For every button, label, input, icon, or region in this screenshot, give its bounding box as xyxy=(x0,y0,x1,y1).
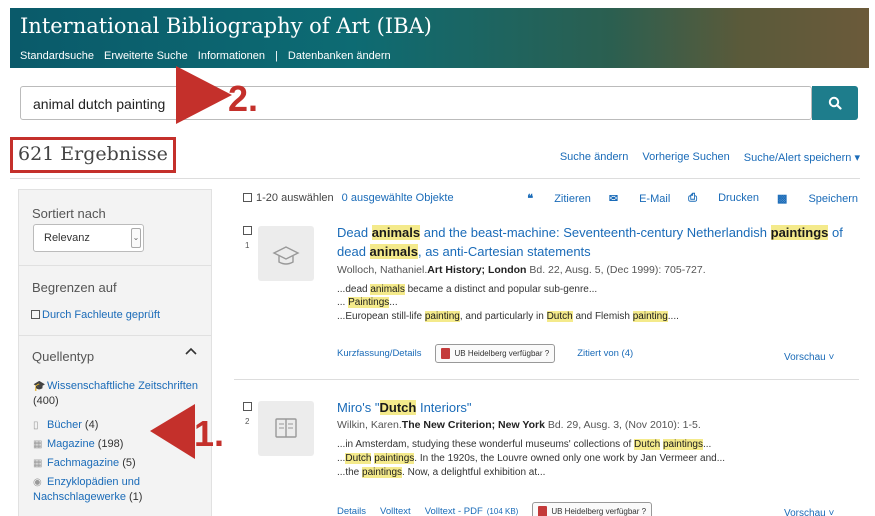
result-snippet: ...Dutch paintings. In the 1920s, the Lo… xyxy=(337,453,726,464)
app-title: International Bibliography of Art (IBA) xyxy=(20,14,432,38)
nav-standard-search[interactable]: Standardsuche xyxy=(20,50,94,62)
search-input[interactable]: animal dutch painting xyxy=(20,86,812,120)
printer-icon: ⎙ xyxy=(688,192,698,204)
ub-heidelberg-button[interactable]: UB Heidelberg verfügbar ? xyxy=(532,502,653,516)
header-nav: Standardsuche Erweiterte Suche Informati… xyxy=(20,50,401,62)
annotation-arrow-1 xyxy=(150,404,195,459)
search-query: animal dutch painting xyxy=(33,96,166,112)
peer-reviewed-label: Durch Fachleute geprüft xyxy=(42,309,161,321)
modify-search-link[interactable]: Suche ändern xyxy=(560,151,629,164)
encyclopedia-icon: ◉ xyxy=(33,477,42,488)
save-search-alert-link[interactable]: Suche/Alert speichern ▾ xyxy=(744,151,860,164)
result-snippet: ...the paintings. Now, a delightful exhi… xyxy=(337,467,546,478)
result-snippet: ...European still-life painting, and par… xyxy=(337,311,679,322)
result-citation: Wolloch, Nathaniel.Art History; London B… xyxy=(337,264,706,276)
result-snippet: ...dead animals became a distinct and po… xyxy=(337,284,598,295)
nav-advanced-search[interactable]: Erweiterte Suche xyxy=(104,50,188,62)
cited-by-link[interactable]: Zitiert von (4) xyxy=(577,348,633,359)
result-citation: Wilkin, Karen.The New Criterion; New Yor… xyxy=(337,419,701,431)
results-count: 621 Ergebnisse xyxy=(10,137,176,173)
graduation-cap-icon xyxy=(272,246,300,265)
result-checkbox[interactable] xyxy=(243,226,252,235)
peer-reviewed-checkbox[interactable]: Durch Fachleute geprüft xyxy=(31,309,160,321)
select-all-label: 1-20 auswählen xyxy=(256,192,334,204)
result-snippet: ...in Amsterdam, studying these wonderfu… xyxy=(337,439,712,450)
nav-change-databases[interactable]: Datenbanken ändern xyxy=(288,50,391,62)
email-button[interactable]: ✉ E-Mail xyxy=(609,192,670,205)
save-button[interactable]: ▩ Speichern xyxy=(777,192,858,205)
sidebar-divider xyxy=(19,335,211,336)
sidebar-divider xyxy=(19,265,211,266)
sort-label: Sortiert nach xyxy=(32,206,106,221)
result-divider xyxy=(234,379,859,380)
full-text-pdf-link[interactable]: Volltext - PDF xyxy=(425,506,483,516)
select-all-checkbox[interactable] xyxy=(243,193,252,202)
facet-encyclopedias[interactable]: ◉ Enzyklopädien und Nachschlagewerke (1) xyxy=(33,475,203,505)
checkbox-icon xyxy=(31,310,40,319)
selected-items-link[interactable]: 0 ausgewählte Objekte xyxy=(342,192,454,204)
cite-button[interactable]: ❝ Zitieren xyxy=(527,192,591,205)
result-number: 2 xyxy=(245,417,250,426)
result-checkbox[interactable] xyxy=(243,402,252,411)
filter-sidebar: Sortiert nach Relevanz ⌄ Begrenzen auf D… xyxy=(18,189,212,516)
result-title[interactable]: Dead animals and the beast-machine: Seve… xyxy=(337,223,857,261)
ub-heidelberg-button[interactable]: UB Heidelberg verfügbar ? xyxy=(435,344,556,363)
magazine-icon: ▦ xyxy=(33,458,43,469)
top-links: Suche ändern Vorherige Suchen Suche/Aler… xyxy=(546,151,860,164)
limit-label: Begrenzen auf xyxy=(32,280,117,295)
result-number: 1 xyxy=(245,241,250,250)
select-all-row: 1-20 auswählen 0 ausgewählte Objekte xyxy=(243,192,454,204)
annotation-arrow-2 xyxy=(176,66,232,124)
floppy-disk-icon: ▩ xyxy=(777,193,788,205)
result-snippet: ... Paintings... xyxy=(337,297,398,308)
annotation-label-2: 2. xyxy=(228,78,259,119)
result-links: Kurzfassung/Details UB Heidelberg verfüg… xyxy=(337,344,647,363)
full-text-link[interactable]: Volltext xyxy=(380,506,411,516)
facet-trade-journals[interactable]: ▦ Fachmagazine (5) xyxy=(33,456,136,471)
graduation-cap-icon: 🎓 xyxy=(33,381,46,392)
source-type-label: Quellentyp xyxy=(32,349,95,364)
header-banner: International Bibliography of Art (IBA) … xyxy=(10,8,869,68)
result-thumbnail xyxy=(258,226,314,281)
nav-separator: | xyxy=(275,50,278,62)
facet-books[interactable]: ▯ Bücher (4) xyxy=(33,418,98,433)
chevron-down-icon: ⌄ xyxy=(131,228,141,248)
pdf-size: (104 KB) xyxy=(486,507,519,516)
envelope-icon: ✉ xyxy=(608,193,619,205)
details-link[interactable]: Details xyxy=(337,506,366,516)
abstract-details-link[interactable]: Kurzfassung/Details xyxy=(337,348,421,359)
library-logo-icon xyxy=(538,506,548,516)
result-links: Details Volltext Volltext - PDF (104 KB)… xyxy=(337,502,674,516)
book-icon: ▯ xyxy=(33,420,39,431)
search-icon xyxy=(828,96,842,110)
magazine-icon: ▦ xyxy=(33,439,43,450)
divider xyxy=(10,178,860,179)
result-title[interactable]: Miro's "Dutch Interiors" xyxy=(337,398,857,417)
preview-link[interactable]: Vorschau ˅ xyxy=(784,352,834,363)
nav-information[interactable]: Informationen xyxy=(198,50,265,62)
annotation-label-1: 1. xyxy=(194,413,225,454)
quote-icon: ❝ xyxy=(527,193,534,205)
recent-searches-link[interactable]: Vorherige Suchen xyxy=(642,151,729,164)
result-actions: ❝ Zitieren ✉ E-Mail ⎙ Drucken ▩ Speichern xyxy=(509,192,858,205)
print-button[interactable]: ⎙ Drucken xyxy=(688,192,759,205)
facet-magazines[interactable]: ▦ Magazine (198) xyxy=(33,437,123,452)
search-button[interactable] xyxy=(812,86,858,120)
result-thumbnail xyxy=(258,401,314,456)
library-logo-icon xyxy=(441,348,451,359)
open-book-icon xyxy=(275,418,297,438)
preview-link[interactable]: Vorschau ˅ xyxy=(784,508,834,516)
sort-value: Relevanz xyxy=(44,232,90,244)
sort-select[interactable]: Relevanz ⌄ xyxy=(33,224,144,252)
chevron-up-icon[interactable] xyxy=(184,346,198,356)
